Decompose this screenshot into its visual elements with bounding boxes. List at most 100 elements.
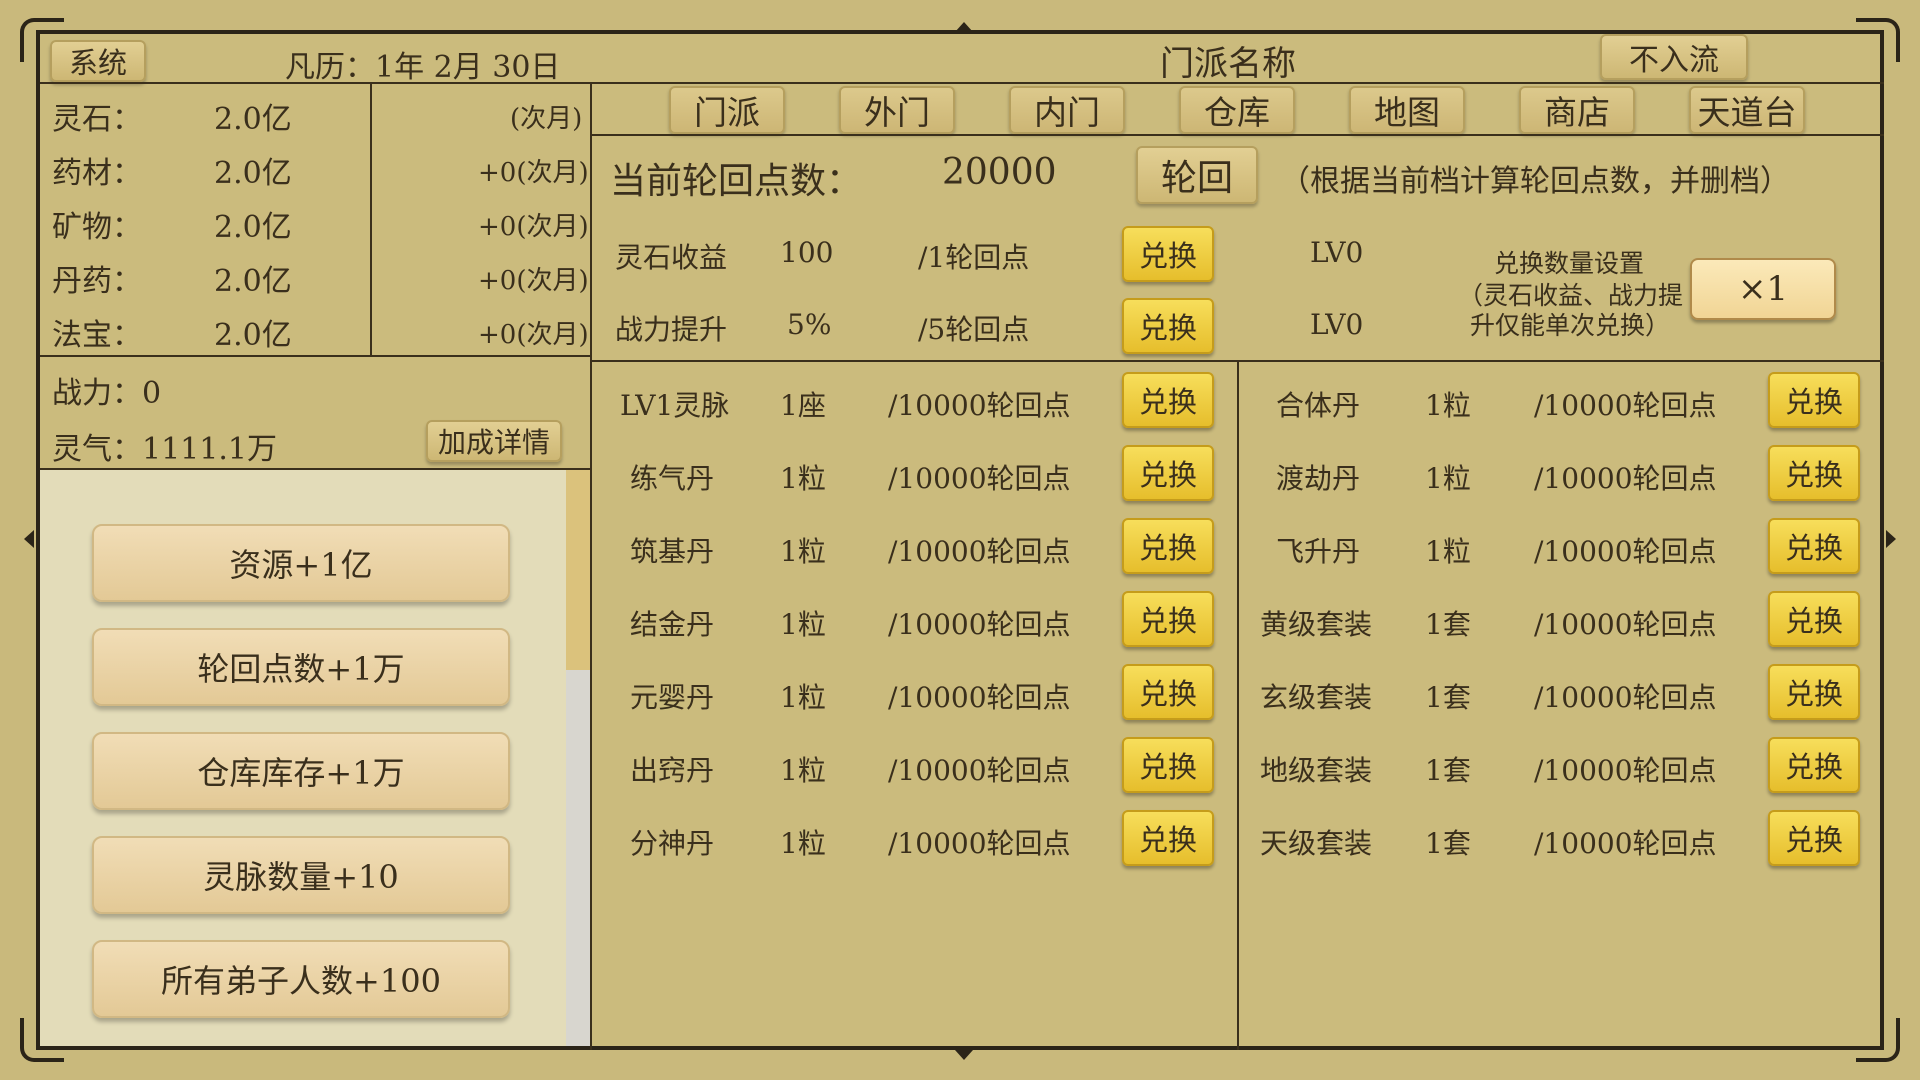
item-qty: 1套 bbox=[1425, 827, 1471, 860]
item-name: 出窍丹 bbox=[630, 754, 715, 787]
item-qty: 1粒 bbox=[780, 827, 826, 860]
item-qty: 1粒 bbox=[780, 462, 826, 495]
tab-heaven-platform[interactable]: 天道台 bbox=[1689, 86, 1805, 134]
exchange-button[interactable]: 兑换 bbox=[1122, 737, 1214, 793]
tab-inner-sect[interactable]: 内门 bbox=[1009, 86, 1125, 134]
item-qty: 1粒 bbox=[1425, 535, 1471, 568]
item-name: 分神丹 bbox=[630, 827, 715, 860]
exchange-button[interactable]: 兑换 bbox=[1768, 372, 1860, 428]
item-name: 合体丹 bbox=[1276, 389, 1361, 422]
frame-corner-ornament bbox=[1856, 18, 1900, 62]
upgrade-cost: /1轮回点 bbox=[918, 241, 1030, 274]
exchange-button[interactable]: 兑换 bbox=[1122, 372, 1214, 428]
resource-name: 灵石： bbox=[52, 102, 142, 137]
upgrade-level: LV0 bbox=[1310, 308, 1364, 341]
reincarnation-points-label: 当前轮回点数： bbox=[610, 161, 863, 202]
item-name: LV1灵脉 bbox=[620, 389, 730, 422]
sect-rank-label: 不入流 bbox=[1629, 43, 1719, 78]
cheat-panel[interactable]: 资源+1亿 轮回点数+1万 仓库库存+1万 灵脉数量+10 所有弟子人数+100 bbox=[40, 470, 590, 1046]
item-name: 渡劫丹 bbox=[1276, 462, 1361, 495]
resource-change: +0(次月) bbox=[478, 158, 589, 188]
upgrade-level: LV0 bbox=[1310, 236, 1364, 269]
item-qty: 1粒 bbox=[780, 754, 826, 787]
cheat-reincarnation-points-button[interactable]: 轮回点数+1万 bbox=[92, 628, 510, 706]
item-cost: /10000轮回点 bbox=[1534, 462, 1717, 495]
resource-value: 2.0亿 bbox=[214, 264, 292, 299]
tab-outer-sect[interactable]: 外门 bbox=[839, 86, 955, 134]
item-cost: /10000轮回点 bbox=[888, 754, 1071, 787]
item-qty: 1套 bbox=[1425, 754, 1471, 787]
item-cost: /10000轮回点 bbox=[888, 681, 1071, 714]
exchange-button[interactable]: 兑换 bbox=[1122, 518, 1214, 574]
item-cost: /10000轮回点 bbox=[1534, 754, 1717, 787]
item-name: 天级套装 bbox=[1260, 827, 1373, 860]
exchange-setting-note: 升仅能单次兑换） bbox=[1470, 311, 1671, 340]
exchange-button[interactable]: 兑换 bbox=[1768, 591, 1860, 647]
upgrade-amount: 5% bbox=[787, 308, 832, 341]
item-name: 元婴丹 bbox=[630, 681, 715, 714]
tab-sect[interactable]: 门派 bbox=[669, 86, 785, 134]
item-qty: 1粒 bbox=[1425, 389, 1471, 422]
item-cost: /10000轮回点 bbox=[1534, 827, 1717, 860]
item-cost: /10000轮回点 bbox=[1534, 389, 1717, 422]
frame-notch-ornament bbox=[955, 22, 973, 32]
upgrade-name: 灵石收益 bbox=[615, 241, 728, 274]
reincarnate-button[interactable]: 轮回 bbox=[1136, 146, 1258, 204]
item-qty: 1座 bbox=[780, 389, 826, 422]
exchange-button[interactable]: 兑换 bbox=[1122, 810, 1214, 866]
sect-rank-button[interactable]: 不入流 bbox=[1600, 34, 1748, 80]
left-panel-divider bbox=[590, 82, 592, 1050]
item-cost: /10000轮回点 bbox=[888, 389, 1071, 422]
exchange-setting-title: 兑换数量设置 bbox=[1494, 249, 1645, 278]
exchange-button[interactable]: 兑换 bbox=[1768, 810, 1860, 866]
cheat-warehouse-stock-button[interactable]: 仓库库存+1万 bbox=[92, 732, 510, 810]
cheat-resources-button[interactable]: 资源+1亿 bbox=[92, 524, 510, 602]
item-cost: /10000轮回点 bbox=[1534, 608, 1717, 641]
exchange-multiplier-button[interactable]: ×1 bbox=[1690, 258, 1836, 320]
exchange-button[interactable]: 兑换 bbox=[1768, 445, 1860, 501]
exchange-button[interactable]: 兑换 bbox=[1122, 664, 1214, 720]
tab-warehouse[interactable]: 仓库 bbox=[1179, 86, 1295, 134]
frame-notch-ornament bbox=[955, 1050, 973, 1060]
item-column-divider bbox=[1237, 360, 1239, 1050]
exchange-button[interactable]: 兑换 bbox=[1768, 518, 1860, 574]
resource-change: +0(次月) bbox=[478, 320, 589, 350]
resource-value: 2.0亿 bbox=[214, 318, 292, 353]
item-qty: 1粒 bbox=[780, 535, 826, 568]
resource-name: 丹药： bbox=[52, 264, 142, 299]
resource-value: 2.0亿 bbox=[214, 156, 292, 191]
item-name: 飞升丹 bbox=[1276, 535, 1361, 568]
resource-value: 2.0亿 bbox=[214, 102, 292, 137]
exchange-button[interactable]: 兑换 bbox=[1122, 226, 1214, 282]
upgrade-amount: 100 bbox=[780, 236, 834, 269]
tabs-divider bbox=[590, 134, 1884, 136]
sect-name[interactable]: 门派名称 bbox=[1160, 36, 1296, 85]
reincarnation-note: （根据当前档计算轮回点数，并删档） bbox=[1280, 164, 1790, 199]
upgrade-name: 战力提升 bbox=[615, 313, 728, 346]
item-qty: 1粒 bbox=[1425, 462, 1471, 495]
exchange-button[interactable]: 兑换 bbox=[1122, 298, 1214, 354]
tab-map[interactable]: 地图 bbox=[1349, 86, 1465, 134]
exchange-button[interactable]: 兑换 bbox=[1768, 737, 1860, 793]
item-name: 练气丹 bbox=[630, 462, 715, 495]
item-name: 结金丹 bbox=[630, 608, 715, 641]
system-button[interactable]: 系统 bbox=[50, 40, 146, 82]
exchange-button[interactable]: 兑换 bbox=[1122, 445, 1214, 501]
exchange-button[interactable]: 兑换 bbox=[1768, 664, 1860, 720]
bonus-details-button[interactable]: 加成详情 bbox=[426, 420, 562, 462]
tab-shop[interactable]: 商店 bbox=[1519, 86, 1635, 134]
frame-notch-ornament bbox=[1886, 530, 1896, 548]
qi-stat: 灵气：1111.1万 bbox=[52, 432, 277, 467]
item-cost: /10000轮回点 bbox=[888, 608, 1071, 641]
cheat-scrollbar-thumb[interactable] bbox=[566, 470, 590, 670]
item-cost: /10000轮回点 bbox=[888, 827, 1071, 860]
item-name: 筑基丹 bbox=[630, 535, 715, 568]
cheat-spirit-veins-button[interactable]: 灵脉数量+10 bbox=[92, 836, 510, 914]
exchange-button[interactable]: 兑换 bbox=[1122, 591, 1214, 647]
item-qty: 1套 bbox=[1425, 681, 1471, 714]
resource-name: 矿物： bbox=[52, 210, 142, 245]
cheat-disciples-button[interactable]: 所有弟子人数+100 bbox=[92, 940, 510, 1018]
resource-divider bbox=[40, 355, 592, 357]
item-cost: /10000轮回点 bbox=[888, 462, 1071, 495]
game-date: 凡历：1年 2月 30日 bbox=[285, 50, 561, 85]
